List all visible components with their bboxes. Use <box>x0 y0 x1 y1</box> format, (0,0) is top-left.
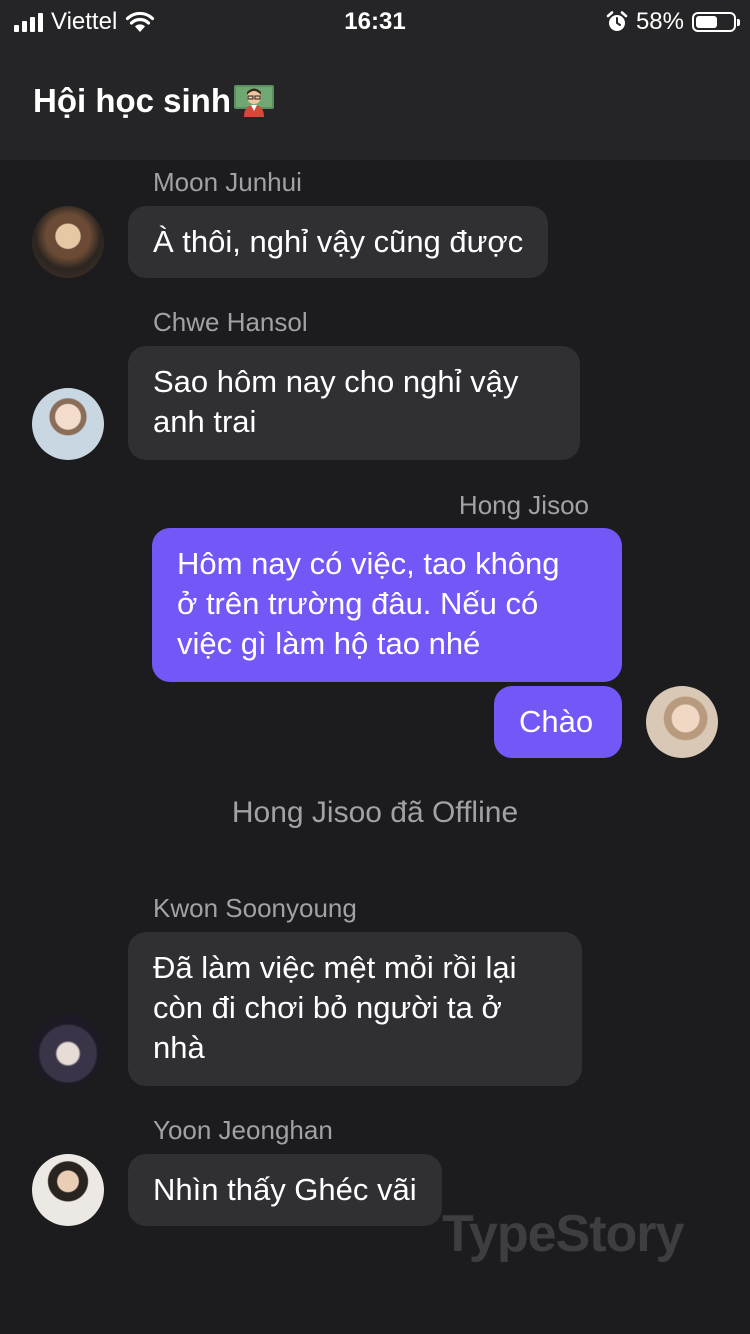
status-right: 58% <box>606 8 740 36</box>
sender-name: Yoon Jeonghan <box>153 1115 333 1145</box>
avatar-chwe-hansol[interactable] <box>32 388 104 460</box>
message-bubble[interactable]: Sao hôm nay cho nghỉ vậy anh trai <box>128 346 580 460</box>
battery-fill <box>696 16 717 28</box>
message-bubble[interactable]: Nhìn thấy Ghéc vãi <box>128 1154 442 1226</box>
watermark-logo: TypeStory <box>442 1205 684 1263</box>
avatar-kwon-soonyoung[interactable] <box>32 1014 104 1086</box>
status-bar: Viettel 16:31 58% <box>0 0 750 44</box>
sender-name: Hong Jisoo <box>458 490 589 520</box>
avatar-moon-junhui[interactable] <box>32 206 104 278</box>
teacher-emoji-icon <box>233 83 275 119</box>
battery-icon <box>692 12 740 32</box>
sender-name: Kwon Soonyoung <box>153 893 357 923</box>
message-bubble[interactable]: Hôm nay có việc, tao không ở trên trường… <box>152 528 622 682</box>
chat-header: Hội học sinh <box>0 44 750 160</box>
avatar-hong-jisoo[interactable] <box>646 686 718 758</box>
sender-name: Chwe Hansol <box>153 307 308 337</box>
message-bubble[interactable]: Đã làm việc mệt mỏi rồi lại còn đi chơi … <box>128 932 582 1086</box>
avatar-yoon-jeonghan[interactable] <box>32 1154 104 1226</box>
chat-title[interactable]: Hội học sinh <box>33 82 275 120</box>
sender-name: Moon Junhui <box>153 167 302 197</box>
system-message: Hong Jisoo đã Offline <box>231 796 519 829</box>
chat-title-text: Hội học sinh <box>33 82 231 119</box>
alarm-icon <box>606 11 628 31</box>
battery-percent: 58% <box>635 8 684 35</box>
message-bubble[interactable]: À thôi, nghỉ vậy cũng được <box>128 206 549 278</box>
message-bubble[interactable]: Chào <box>494 686 622 758</box>
